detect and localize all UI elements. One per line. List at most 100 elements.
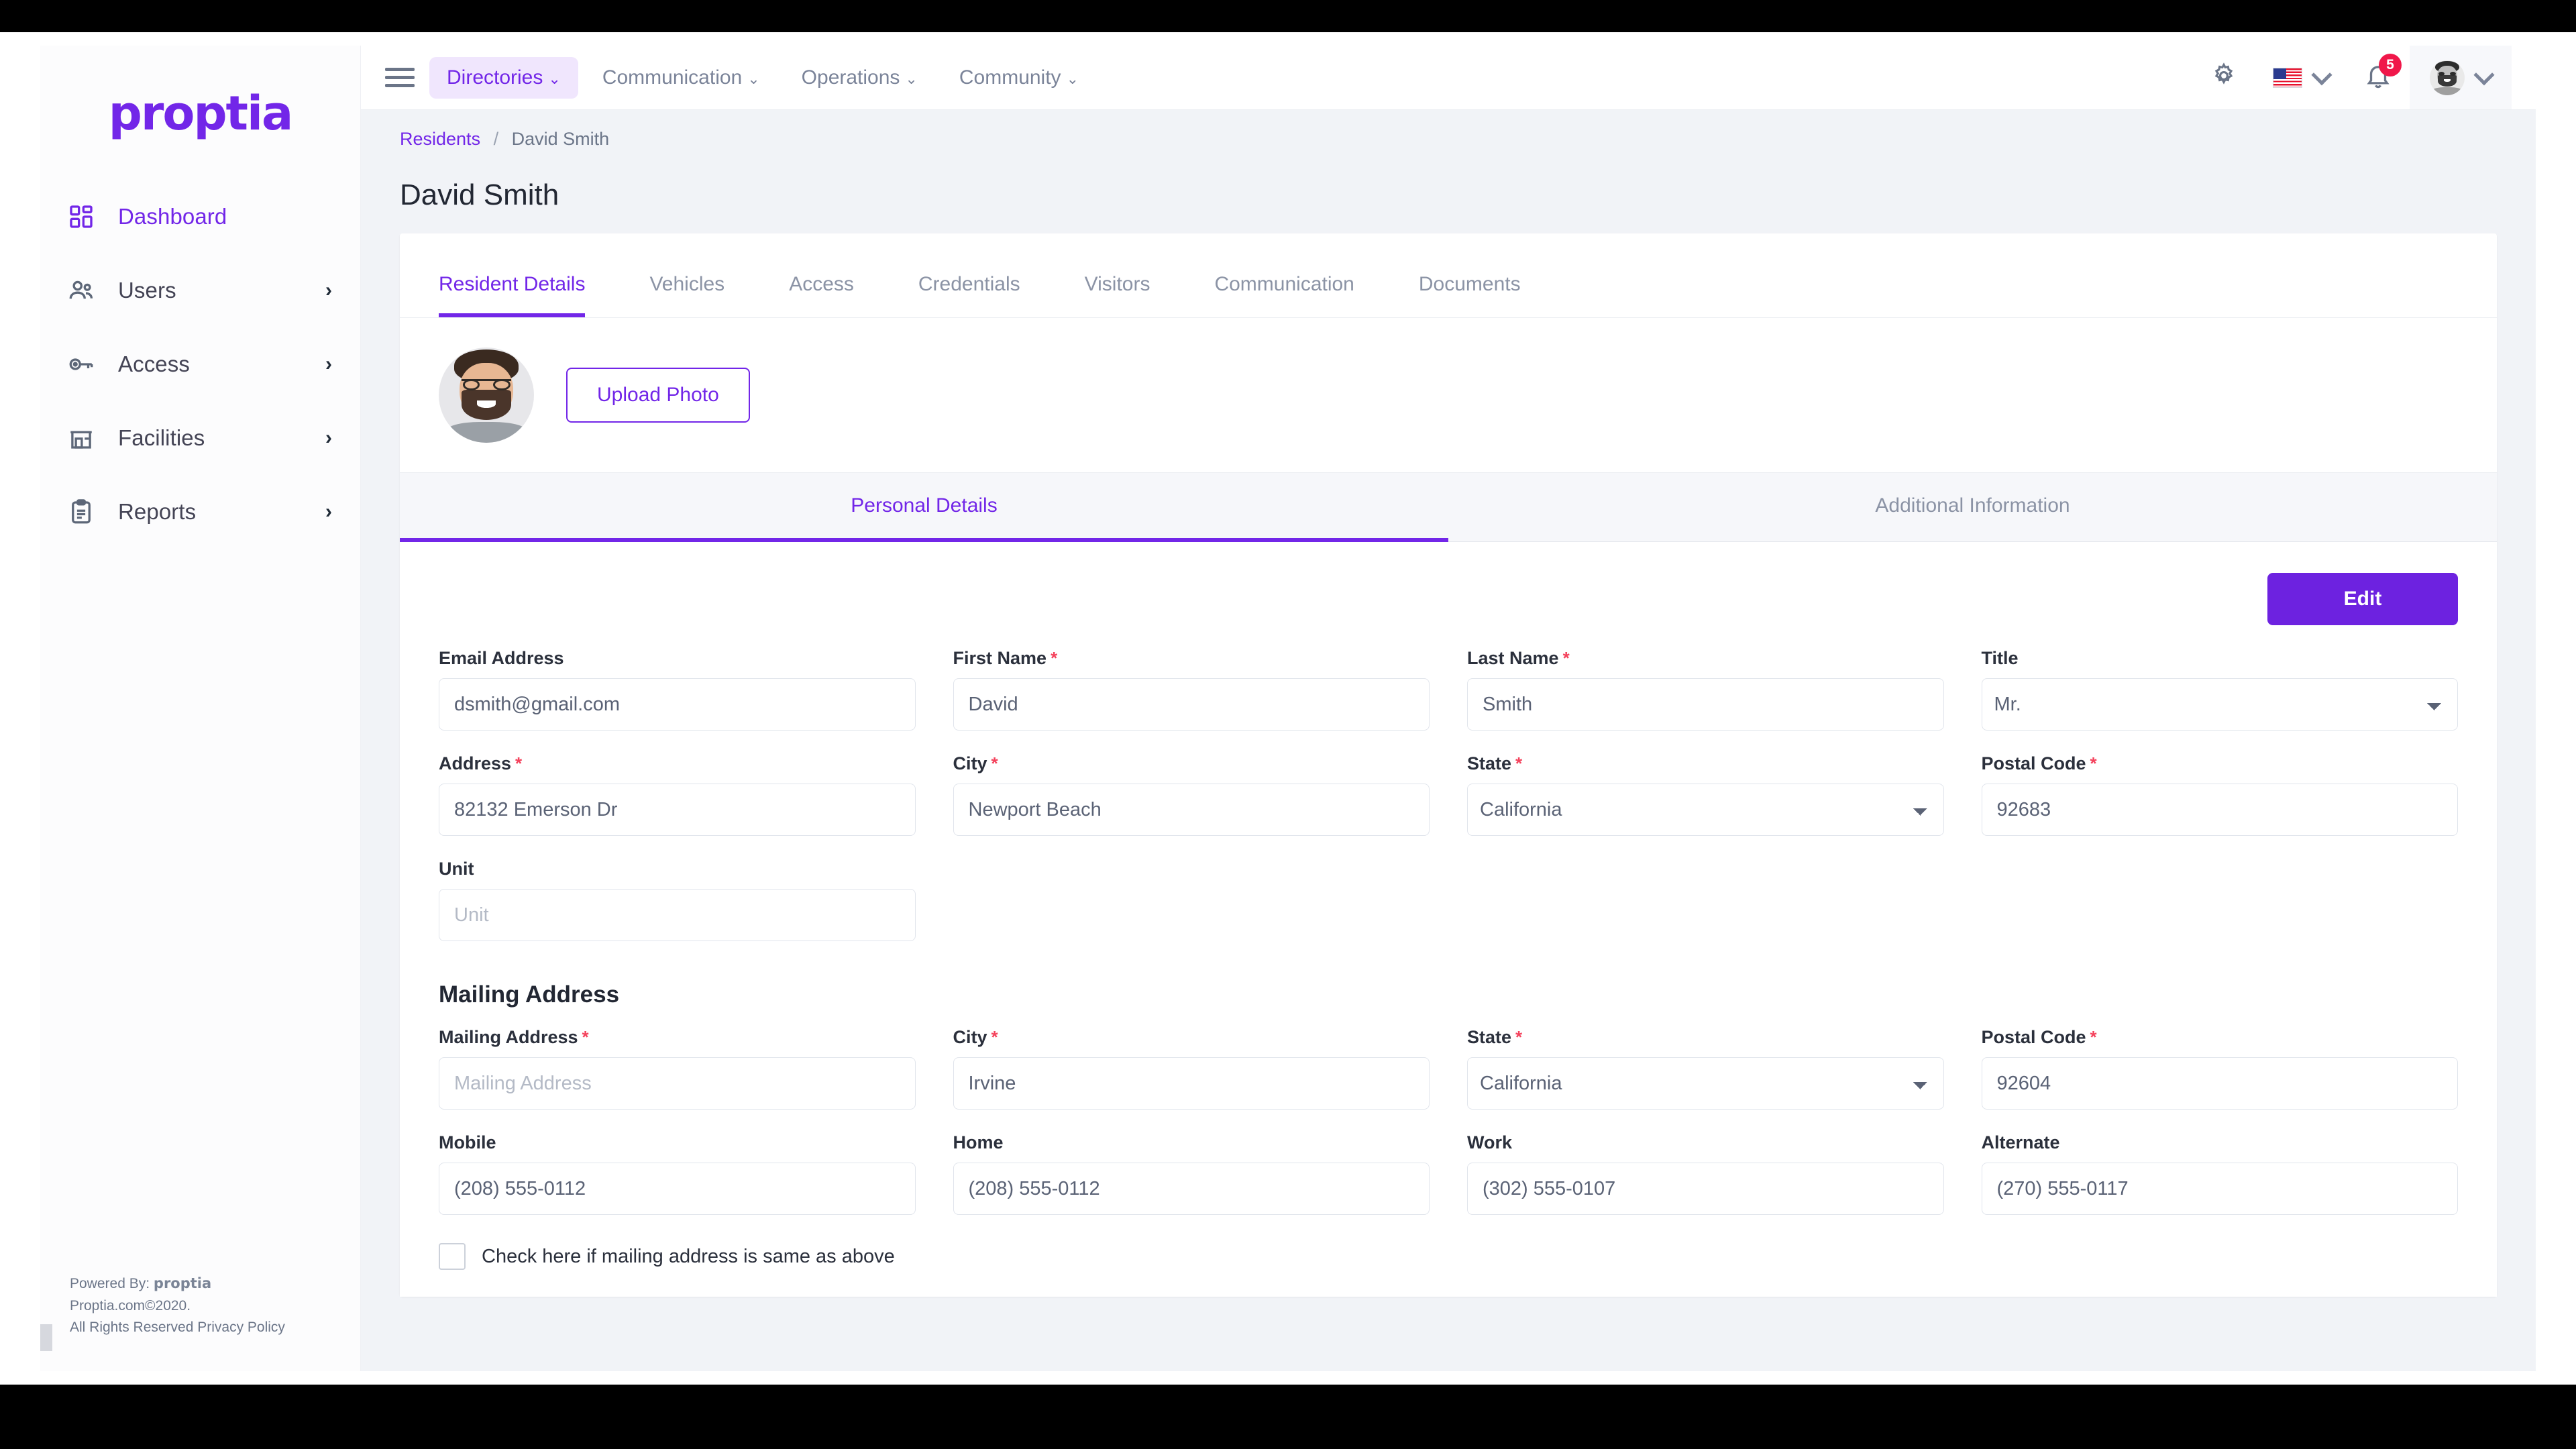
field-email-address: Email Address [439, 648, 916, 731]
alternate-phone-input[interactable] [1981, 1163, 2458, 1216]
scrollbar-handle[interactable] [40, 1324, 52, 1351]
us-flag-icon [2273, 67, 2302, 88]
top-menu-item-communication[interactable]: Communication ⌄ [585, 57, 777, 99]
field-postal-code: Postal Code * [1981, 753, 2458, 837]
personal-details-form: Edit Email Address First Name* Last N [400, 542, 2497, 1297]
settings-button[interactable] [2192, 46, 2255, 109]
first-name-input[interactable] [953, 678, 1430, 731]
chevron-right-icon: › [325, 279, 332, 301]
home-phone-input[interactable] [953, 1163, 1430, 1216]
upload-photo-button[interactable]: Upload Photo [566, 368, 750, 423]
chevron-down-icon [2311, 64, 2332, 85]
required-marker: * [515, 753, 523, 774]
top-menu-item-operations[interactable]: Operations ⌄ [784, 57, 935, 99]
tab-credentials[interactable]: Credentials [918, 273, 1020, 317]
last-name-input[interactable] [1467, 678, 1944, 731]
mailing-state-select[interactable]: California [1467, 1057, 1944, 1110]
field-label: State * [1467, 1027, 1944, 1048]
tab-visitors[interactable]: Visitors [1085, 273, 1150, 317]
sidebar-item-reports[interactable]: Reports › [40, 475, 360, 549]
field-label: Mailing Address * [439, 1027, 916, 1048]
city-input[interactable] [953, 784, 1430, 837]
grid-icon [66, 201, 97, 232]
sidebar-item-label: Reports [118, 499, 197, 524]
unit-input[interactable] [439, 889, 916, 942]
language-selector[interactable] [2255, 46, 2347, 109]
field-label: Alternate [1981, 1132, 2060, 1153]
tab-vehicles[interactable]: Vehicles [649, 273, 724, 317]
sidebar-nav: Dashboard Users › Access › Facilities › … [40, 180, 360, 549]
field-label-text: City [953, 753, 987, 774]
sidebar-item-label: Facilities [118, 425, 205, 450]
notifications-button[interactable]: 5 [2347, 46, 2410, 109]
same-as-above-label: Check here if mailing address is same as… [482, 1245, 895, 1267]
page-content: Residents / David Smith David Smith Resi… [361, 110, 2536, 1371]
tab-documents[interactable]: Documents [1419, 273, 1521, 317]
resident-avatar [439, 347, 534, 443]
field-label-text: State [1467, 1027, 1512, 1048]
chevron-down-icon: ⌄ [1066, 70, 1079, 87]
top-menu-item-community[interactable]: Community ⌄ [942, 57, 1096, 99]
field-label: Mobile [439, 1132, 496, 1153]
tab-communication[interactable]: Communication [1214, 273, 1354, 317]
field-label: First Name * [953, 648, 1430, 669]
sidebar-item-users[interactable]: Users › [40, 254, 360, 327]
chevron-right-icon: › [325, 427, 332, 449]
edit-button[interactable]: Edit [2267, 573, 2458, 626]
user-menu-button[interactable] [2410, 46, 2512, 109]
state-select[interactable]: California [1467, 784, 1944, 837]
tab-resident-details[interactable]: Resident Details [439, 273, 586, 318]
breadcrumb: Residents / David Smith [361, 110, 2536, 150]
app-logo[interactable]: proptia [40, 46, 360, 141]
field-mailing-city: City * [953, 1027, 1430, 1110]
top-menu-label: Communication [602, 66, 743, 89]
subtab-personal-details[interactable]: Personal Details [400, 473, 1448, 543]
title-select[interactable]: Mr. [1981, 678, 2458, 731]
top-right-actions: 5 [2192, 46, 2512, 109]
page-title: David Smith [400, 178, 559, 212]
subtab-additional-information[interactable]: Additional Information [1448, 473, 2497, 542]
breadcrumb-parent-link[interactable]: Residents [400, 129, 480, 149]
sidebar-item-access[interactable]: Access › [40, 327, 360, 401]
mailing-address-input[interactable] [439, 1057, 916, 1110]
top-menu-item-directories[interactable]: Directories ⌄ [429, 56, 578, 99]
gear-icon [2210, 62, 2238, 93]
top-menu: Directories ⌄ Communication ⌄ Operations ⌄ … [429, 56, 1096, 99]
field-label: Email Address [439, 648, 564, 669]
mailing-postal-code-input[interactable] [1981, 1057, 2458, 1110]
breadcrumb-separator: / [493, 129, 499, 149]
hamburger-menu-icon[interactable] [385, 63, 415, 93]
field-label-text: Postal Code [1981, 1027, 2086, 1048]
tab-access[interactable]: Access [789, 273, 854, 317]
field-label-text: Mailing Address [439, 1027, 578, 1048]
work-phone-input[interactable] [1467, 1163, 1944, 1216]
field-city: City * [953, 753, 1430, 837]
field-label-text: City [953, 1027, 987, 1048]
sidebar-item-label: Dashboard [118, 204, 227, 229]
field-label: Title [1981, 648, 2019, 669]
postal-code-input[interactable] [1981, 784, 2458, 837]
field-unit: Unit [439, 859, 916, 942]
rights-line[interactable]: All Rights Reserved Privacy Policy [70, 1317, 285, 1339]
sidebar-item-facilities[interactable]: Facilities › [40, 401, 360, 475]
same-as-above-checkbox[interactable] [439, 1243, 466, 1271]
sidebar-item-dashboard[interactable]: Dashboard [40, 180, 360, 254]
field-label: Address * [439, 753, 916, 774]
main-area: Directories ⌄ Communication ⌄ Operations ⌄ … [361, 46, 2536, 1371]
field-label: Home [953, 1132, 1004, 1153]
sidebar-footer: Powered By: proptia Proptia.com©2020. Al… [70, 1273, 285, 1339]
mailing-city-input[interactable] [953, 1057, 1430, 1110]
field-label: Unit [439, 859, 474, 879]
detail-subtabs: Personal Details Additional Information [400, 472, 2497, 543]
resident-tabs: Resident Details Vehicles Access Credent… [400, 233, 2497, 319]
form-actions: Edit [439, 573, 2458, 626]
address-input[interactable] [439, 784, 916, 837]
email-input[interactable] [439, 678, 916, 731]
field-first-name: First Name * [953, 648, 1430, 731]
mobile-phone-input[interactable] [439, 1163, 916, 1216]
field-address: Address * [439, 753, 916, 837]
field-mailing-address: Mailing Address * [439, 1027, 916, 1110]
top-menu-label: Operations [801, 66, 900, 89]
building-icon [66, 423, 97, 453]
powered-by-line: Powered By: proptia [70, 1273, 285, 1295]
